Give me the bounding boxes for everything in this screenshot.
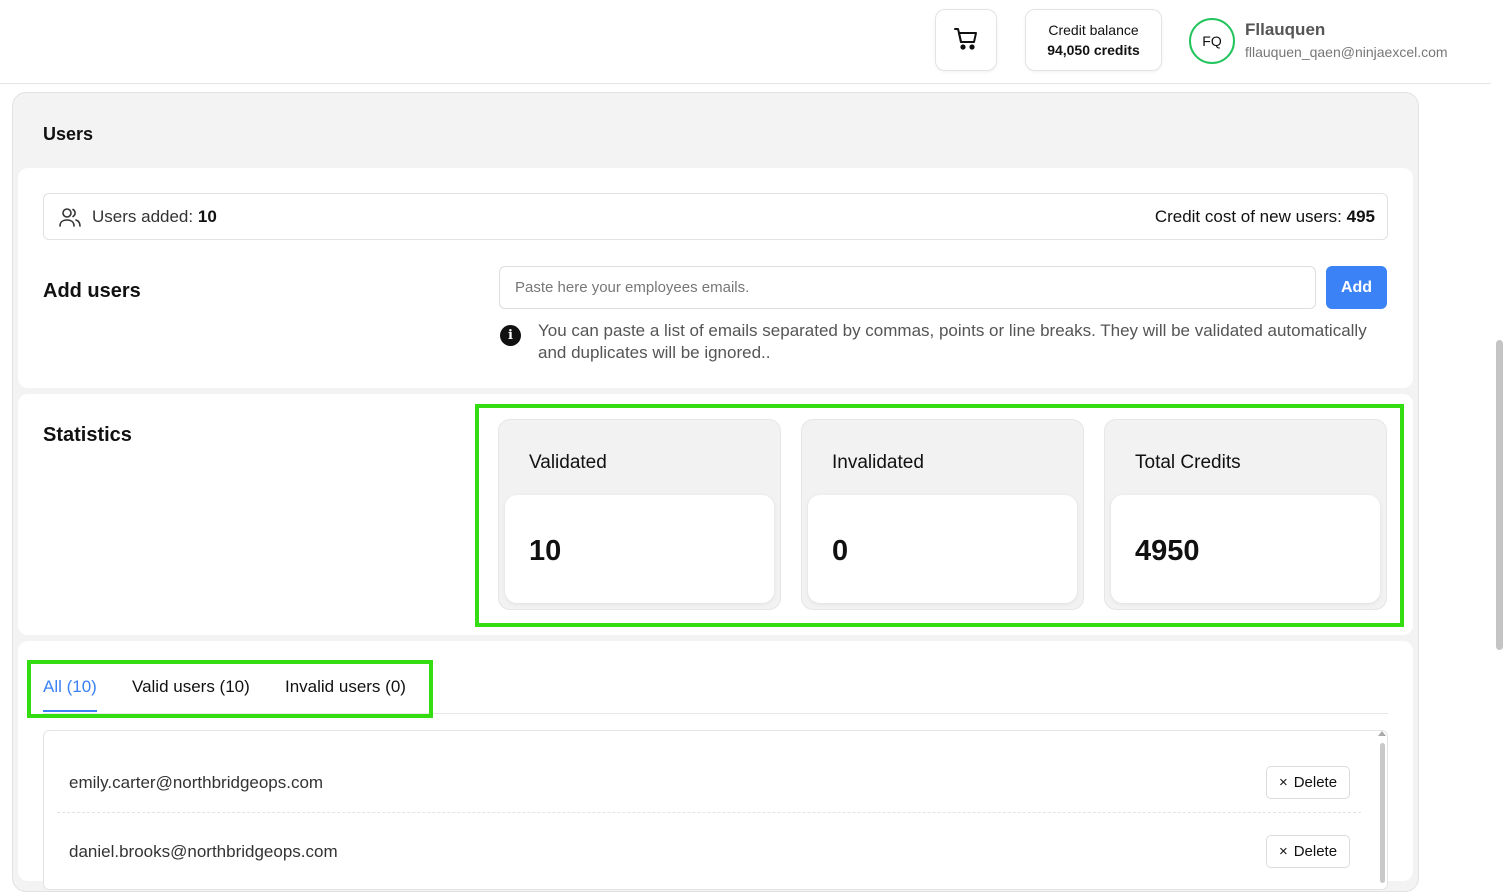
credit-cost-value: 495	[1346, 207, 1375, 226]
credit-balance-value: 94,050 credits	[1047, 42, 1140, 58]
delete-button[interactable]: × Delete	[1266, 766, 1350, 799]
emails-input[interactable]	[499, 266, 1316, 309]
add-users-label: Add users	[43, 280, 141, 302]
users-icon	[58, 206, 82, 233]
list-scroll-up-arrow[interactable]	[1378, 731, 1386, 736]
close-icon: ×	[1278, 843, 1288, 860]
users-added-value: 10	[197, 207, 217, 226]
info-icon: i	[500, 325, 521, 346]
user-email-item: emily.carter@northbridgeops.com	[69, 773, 324, 792]
user-email-item: daniel.brooks@northbridgeops.com	[69, 842, 338, 861]
top-bar: Credit balance 94,050 credits FQ Fllauqu…	[0, 0, 1506, 84]
list-item: emily.carter@northbridgeops.com × Delete	[44, 741, 1374, 813]
users-list: emily.carter@northbridgeops.com × Delete…	[43, 730, 1388, 890]
credit-cost-label: Credit cost of new users:	[1154, 207, 1342, 226]
list-scrollbar[interactable]	[1380, 743, 1385, 883]
cart-button[interactable]	[935, 9, 997, 71]
delete-label: Delete	[1293, 774, 1338, 791]
tabs-highlight-box	[27, 660, 433, 718]
credit-cost: Credit cost of new users: 495	[1155, 207, 1375, 227]
list-item: daniel.brooks@northbridgeops.com × Delet…	[44, 810, 1374, 880]
user-email: fllauquen_qaen@ninjaexcel.com	[1245, 44, 1448, 60]
avatar[interactable]: FQ	[1189, 18, 1235, 64]
close-icon: ×	[1278, 774, 1288, 791]
user-name: Fllauquen	[1245, 20, 1326, 39]
delete-button[interactable]: × Delete	[1266, 835, 1350, 868]
users-summary-bar: Users added: 10 Credit cost of new users…	[43, 193, 1388, 240]
page-title: Users	[43, 124, 94, 144]
page-scrollbar-thumb[interactable]	[1496, 340, 1503, 650]
statistics-label: Statistics	[43, 424, 132, 446]
credit-balance: Credit balance 94,050 credits	[1025, 9, 1162, 71]
users-added: Users added: 10	[92, 207, 217, 227]
users-added-label: Users added:	[92, 207, 194, 226]
delete-label: Delete	[1293, 843, 1338, 860]
cart-icon	[952, 24, 980, 57]
info-text: You can paste a list of emails separated…	[538, 321, 1367, 362]
statistics-highlight-box	[475, 404, 1404, 627]
credit-balance-label: Credit balance	[1048, 22, 1139, 38]
add-button[interactable]: Add	[1326, 266, 1387, 309]
